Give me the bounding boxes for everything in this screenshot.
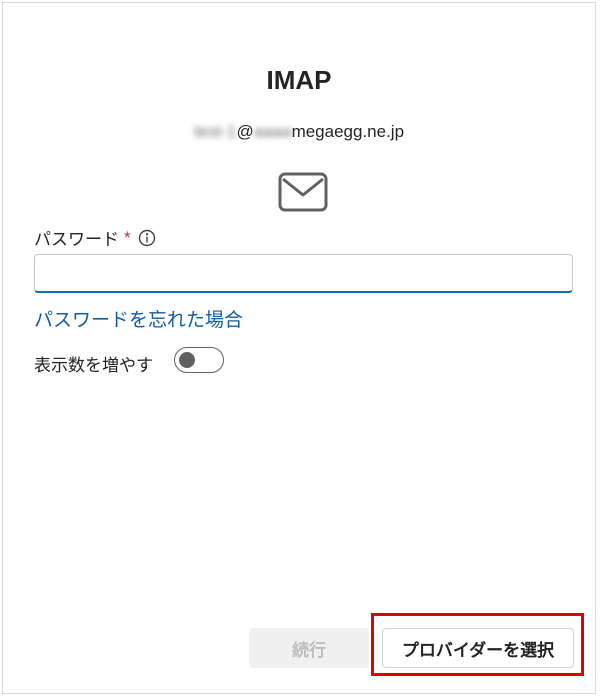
- forgot-password-link[interactable]: パスワードを忘れた場合: [34, 305, 243, 332]
- continue-button[interactable]: 続行: [249, 628, 369, 668]
- required-mark: *: [124, 227, 131, 247]
- show-more-label: 表示数を増やす: [34, 356, 153, 375]
- account-domain: megaegg.ne.jp: [291, 122, 405, 141]
- info-icon[interactable]: [138, 229, 156, 247]
- account-address: test-1 @ aaaa megaegg.ne.jp: [3, 122, 595, 142]
- account-user-blurred: test-1: [193, 122, 237, 141]
- password-label: パスワード: [34, 230, 119, 249]
- password-input[interactable]: [34, 254, 573, 293]
- show-more-toggle[interactable]: [174, 347, 224, 373]
- toggle-knob: [179, 352, 195, 368]
- envelope-icon: [278, 172, 328, 212]
- account-at: @: [236, 122, 254, 141]
- account-domain-blurred: aaaa: [253, 122, 292, 141]
- dialog-title: IMAP: [266, 65, 332, 95]
- highlight-annotation: [371, 613, 584, 676]
- imap-signin-dialog: IMAP test-1 @ aaaa megaegg.ne.jp パスワード *…: [2, 2, 596, 694]
- password-label-row: パスワード *: [34, 225, 156, 250]
